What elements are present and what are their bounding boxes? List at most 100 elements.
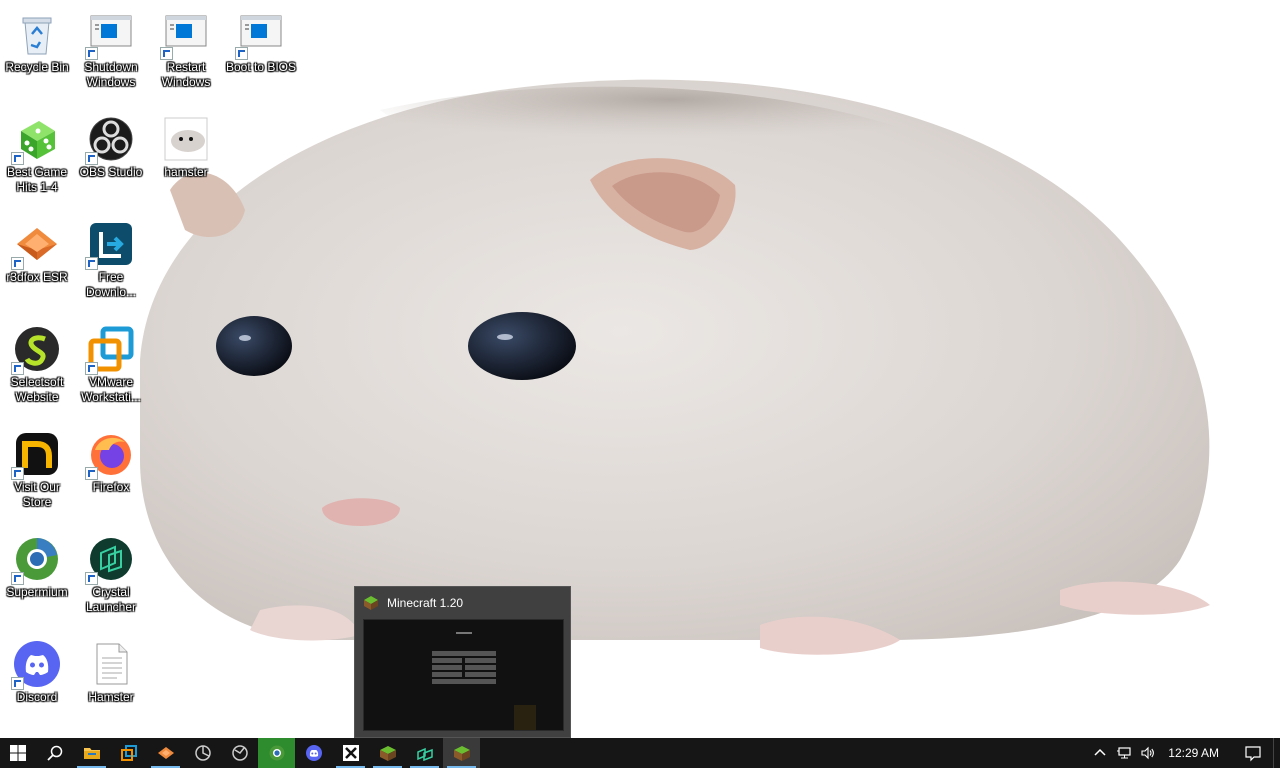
taskbar-crystal-launcher[interactable] <box>406 738 443 768</box>
windows-logo-icon <box>10 745 26 761</box>
desktop-icon-boot-to-bios[interactable]: Boot to BIOS <box>224 2 298 102</box>
discord-icon <box>11 640 61 690</box>
shortcut-arrow-icon <box>85 152 98 165</box>
folder-icon <box>83 748 100 759</box>
desktop-icon-firefox[interactable]: Firefox <box>74 422 148 522</box>
taskbar-discord[interactable] <box>295 738 332 768</box>
desktop-icon-crystal-launcher[interactable]: Crystal Launcher <box>74 527 148 627</box>
network-icon <box>1117 747 1131 759</box>
minecraft-menu-thumbnail <box>364 620 563 730</box>
supermium-icon <box>269 745 284 761</box>
taskbar-minecraft-1[interactable] <box>369 738 406 768</box>
chevron-up-icon <box>1094 748 1106 756</box>
shortcut-arrow-icon <box>85 47 98 60</box>
obs-icon <box>85 115 135 165</box>
desktop-icon-best-game-hits[interactable]: Best Game Hits 1-4 <box>0 107 74 207</box>
volume-button[interactable] <box>1136 738 1160 768</box>
desktop-icon-hamster-image[interactable]: hamster <box>149 107 223 207</box>
desktop-icon-label: Firefox <box>92 480 130 494</box>
desktop-icon-r3dfox[interactable]: r3dfox ESR <box>0 212 74 312</box>
desktop-icon-supermium[interactable]: Supermium <box>0 527 74 627</box>
desktop-icon-label: Selectsoft Website <box>10 375 64 404</box>
taskbar: 12:29 AM <box>0 738 1280 768</box>
x-app-icon <box>342 745 359 761</box>
free-download-manager-icon <box>85 220 135 270</box>
taskbar-r3dfox[interactable] <box>147 738 184 768</box>
taskbar-window-preview[interactable]: Minecraft 1.20 <box>354 586 571 738</box>
supermium-icon <box>11 535 61 585</box>
discord-icon <box>305 745 322 761</box>
desktop-icon-discord[interactable]: Discord <box>0 632 74 732</box>
taskbar-app-circle-2[interactable] <box>221 738 258 768</box>
shortcut-window-icon <box>160 10 210 60</box>
desktop-icon-label: Best Game Hits 1-4 <box>6 165 68 194</box>
taskbar-file-explorer[interactable] <box>73 738 110 768</box>
desktop-icon-shutdown-windows[interactable]: Shutdown Windows <box>74 2 148 102</box>
shortcut-arrow-icon <box>160 47 173 60</box>
desktop-icon-label: Supermium <box>6 585 68 599</box>
desktop-icon-label: r3dfox ESR <box>6 270 68 284</box>
shortcut-arrow-icon <box>85 257 98 270</box>
firefox-icon <box>85 430 135 480</box>
desktop-icon-label: Boot to BIOS <box>225 60 297 74</box>
vmware-icon <box>85 325 135 375</box>
shortcut-arrow-icon <box>85 572 98 585</box>
clock[interactable]: 12:29 AM <box>1160 746 1233 760</box>
shortcut-window-icon <box>235 10 285 60</box>
shortcut-arrow-icon <box>85 362 98 375</box>
desktop-icon-free-download-manager[interactable]: Free Downlo... <box>74 212 148 312</box>
taskbar-minecraft-2[interactable] <box>443 738 480 768</box>
taskbar-supermium[interactable] <box>258 738 295 768</box>
desktop-icon-label: Shutdown Windows <box>84 60 138 89</box>
desktop-icon-label: Recycle Bin <box>5 60 69 74</box>
notification-icon <box>1245 746 1261 762</box>
desktop-icon-label: Hamster <box>88 690 134 704</box>
vmware-icon <box>120 745 137 761</box>
desktop-icon-selectsoft[interactable]: Selectsoft Website <box>0 317 74 417</box>
preview-title: Minecraft 1.20 <box>387 596 464 610</box>
network-button[interactable] <box>1112 738 1136 768</box>
preview-thumbnail[interactable] <box>363 619 564 731</box>
recycle-bin-icon <box>13 10 61 58</box>
shortcut-arrow-icon <box>11 572 24 585</box>
desktop-icon-label: Restart Windows <box>161 60 211 89</box>
desktop-icon-hamster-text[interactable]: Hamster <box>74 632 148 732</box>
desktop-icon-label: VMware Workstati... <box>81 375 141 404</box>
system-tray: 12:29 AM <box>1088 738 1280 768</box>
desktop-icon-vmware[interactable]: VMware Workstati... <box>74 317 148 417</box>
show-desktop-button[interactable] <box>1273 738 1280 768</box>
action-center-button[interactable] <box>1233 738 1273 768</box>
taskbar-app-x[interactable] <box>332 738 369 768</box>
taskbar-vmware[interactable] <box>110 738 147 768</box>
volume-icon <box>1141 746 1155 760</box>
desktop-icon-visit-our-store[interactable]: Visit Our Store <box>0 422 74 522</box>
minecraft-grass-block-icon <box>453 746 470 761</box>
desktop-icon-label: Free Downlo... <box>85 270 137 299</box>
desktop-icon-label: OBS Studio <box>79 165 143 179</box>
green-dice-icon <box>11 115 61 165</box>
show-hidden-icons-button[interactable] <box>1088 738 1112 768</box>
desktop: Recycle Bin Shutdown Windows Restart Win… <box>0 0 1280 738</box>
desktop-icon-obs-studio[interactable]: OBS Studio <box>74 107 148 207</box>
desktop-icon-label: Crystal Launcher <box>85 585 137 614</box>
desktop-icon-label: Discord <box>16 690 58 704</box>
search-icon <box>46 745 62 761</box>
circle-app-icon <box>231 745 248 761</box>
circle-app-icon <box>194 745 211 761</box>
shortcut-arrow-icon <box>11 362 24 375</box>
desktop-icon-label: hamster <box>164 165 208 179</box>
search-button[interactable] <box>36 738 73 768</box>
desktop-icon-label: Visit Our Store <box>14 480 60 509</box>
desktop-icon-recycle-bin[interactable]: Recycle Bin <box>0 2 74 102</box>
shortcut-arrow-icon <box>235 47 248 60</box>
minecraft-grass-block-icon <box>379 746 396 761</box>
r3dfox-icon <box>157 747 174 759</box>
crystal-launcher-icon <box>416 747 433 762</box>
shortcut-arrow-icon <box>85 467 98 480</box>
desktop-icon-restart-windows[interactable]: Restart Windows <box>149 2 223 102</box>
r3dfox-icon <box>11 220 61 270</box>
crystal-launcher-icon <box>85 535 135 585</box>
taskbar-app-circle-1[interactable] <box>184 738 221 768</box>
shortcut-arrow-icon <box>11 467 24 480</box>
start-button[interactable] <box>0 738 36 768</box>
